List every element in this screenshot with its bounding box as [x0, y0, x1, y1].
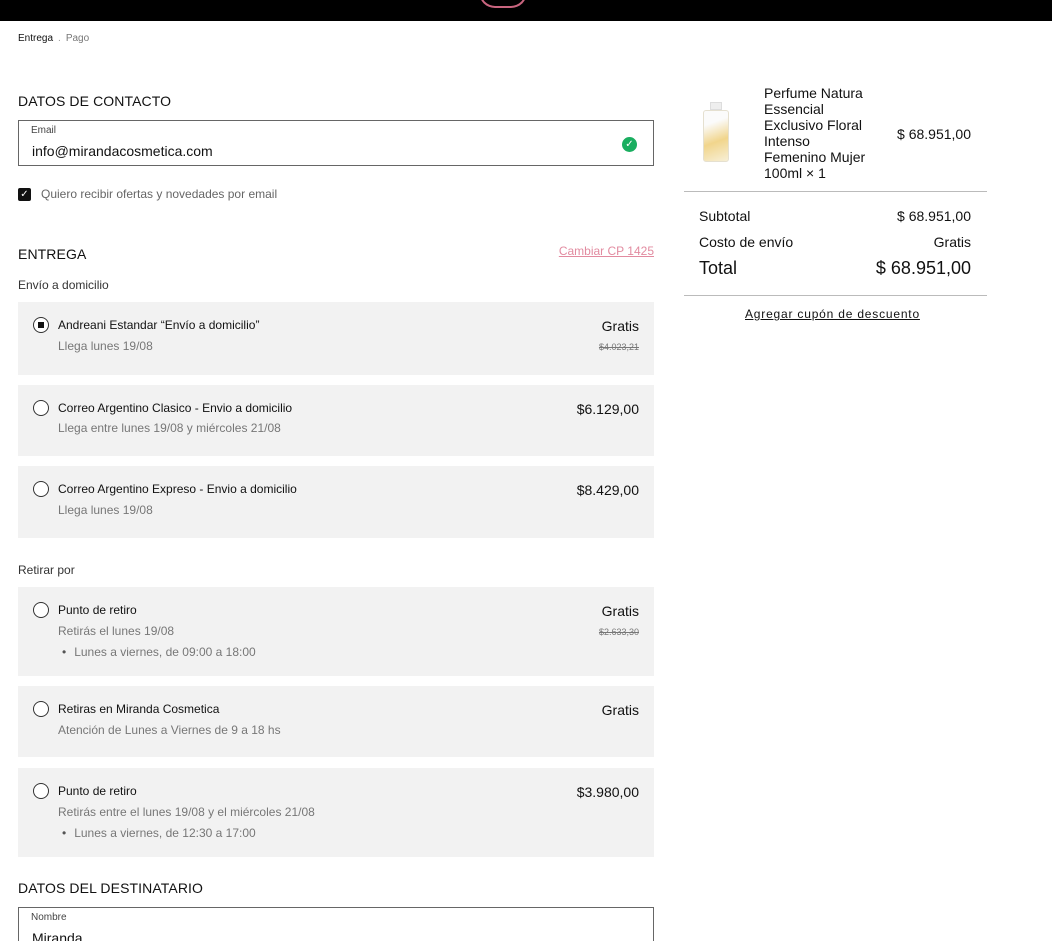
- subtotal-value: $ 68.951,00: [897, 208, 971, 224]
- summary-divider: [684, 295, 987, 296]
- radio-unselected[interactable]: [33, 701, 49, 717]
- top-header-bar: [0, 0, 1052, 21]
- shipping-cost-label: Costo de envío: [699, 234, 794, 250]
- valid-check-icon: ✓: [622, 137, 637, 152]
- radio-unselected[interactable]: [33, 400, 49, 416]
- contact-heading: DATOS DE CONTACTO: [18, 93, 172, 109]
- radio-selected[interactable]: [33, 317, 49, 333]
- shipping-option-correo-clasico[interactable]: Correo Argentino Clasico - Envio a domic…: [18, 385, 654, 456]
- option-original-price: $4.023,21: [598, 342, 639, 352]
- subtotal-label: Subtotal: [699, 208, 751, 224]
- newsletter-optin[interactable]: ✓ Quiero recibir ofertas y novedades por…: [18, 187, 277, 201]
- breadcrumb: Entrega. Pago: [18, 33, 89, 44]
- option-title: Correo Argentino Expreso - Envio a domic…: [58, 482, 297, 496]
- shipping-cost-value: Gratis: [933, 234, 971, 250]
- option-title: Andreani Estandar “Envío a domicilio”: [58, 318, 260, 332]
- recipient-name-value[interactable]: Miranda: [32, 930, 83, 941]
- summary-divider: [684, 191, 987, 192]
- total-label: Total: [699, 258, 738, 278]
- breadcrumb-step-pago: Pago: [65, 33, 90, 44]
- option-detail: Retirás entre el lunes 19/08 y el miérco…: [58, 805, 315, 819]
- option-detail: Retirás el lunes 19/08: [58, 624, 175, 638]
- option-price: Gratis: [601, 603, 639, 619]
- recipient-name-label: Nombre: [31, 912, 67, 923]
- option-price: $8.429,00: [576, 482, 639, 498]
- breadcrumb-step-entrega: Entrega: [18, 33, 54, 44]
- option-original-price: $2.633,30: [598, 627, 639, 637]
- change-postal-code-link[interactable]: Cambiar CP 1425: [559, 244, 654, 258]
- newsletter-checkbox[interactable]: ✓: [18, 187, 31, 201]
- product-name: Perfume Natura Essencial Exclusivo Flora…: [764, 85, 866, 181]
- email-field-label: Email: [31, 125, 57, 136]
- option-title: Correo Argentino Clasico - Envio a domic…: [58, 401, 293, 415]
- shipping-option-andreani[interactable]: Andreani Estandar “Envío a domicilio” Ll…: [18, 302, 654, 375]
- option-title: Retiras en Miranda Cosmetica: [58, 702, 220, 716]
- option-title: Punto de retiro: [58, 784, 137, 798]
- pickup-subtitle: Retirar por: [18, 563, 75, 577]
- breadcrumb-separator: .: [58, 33, 61, 44]
- shipping-option-correo-expreso[interactable]: Correo Argentino Expreso - Envio a domic…: [18, 466, 654, 538]
- option-schedule: Lunes a viernes, de 12:30 a 17:00: [62, 826, 255, 840]
- product-thumbnail: [703, 102, 729, 162]
- option-detail: Llega lunes 19/08: [58, 339, 153, 353]
- product-price: $ 68.951,00: [897, 126, 971, 142]
- pickup-option-punto-retiro-2[interactable]: Punto de retiro Retirás entre el lunes 1…: [18, 768, 654, 857]
- email-field-value[interactable]: info@mirandacosmetica.com: [32, 143, 213, 159]
- option-detail: Atención de Lunes a Viernes de 9 a 18 hs: [58, 723, 281, 737]
- email-field[interactable]: Email info@mirandacosmetica.com ✓: [18, 120, 654, 166]
- delivery-heading: ENTREGA: [18, 246, 87, 262]
- recipient-name-field[interactable]: Nombre Miranda: [18, 907, 654, 941]
- option-price: $6.129,00: [576, 401, 639, 417]
- radio-unselected[interactable]: [33, 602, 49, 618]
- radio-unselected[interactable]: [33, 481, 49, 497]
- option-schedule: Lunes a viernes, de 09:00 a 18:00: [62, 645, 255, 659]
- newsletter-optin-label: Quiero recibir ofertas y novedades por e…: [41, 187, 278, 201]
- pickup-option-punto-retiro-1[interactable]: Punto de retiro Retirás el lunes 19/08 L…: [18, 587, 654, 676]
- recipient-heading: DATOS DEL DESTINATARIO: [18, 880, 204, 896]
- radio-unselected[interactable]: [33, 783, 49, 799]
- option-price: Gratis: [601, 318, 639, 334]
- add-coupon-link[interactable]: Agregar cupón de descuento: [745, 307, 920, 321]
- pickup-option-miranda[interactable]: Retiras en Miranda Cosmetica Atención de…: [18, 686, 654, 757]
- option-price: Gratis: [601, 702, 639, 718]
- store-logo[interactable]: [479, 0, 527, 8]
- option-price: $3.980,00: [576, 784, 639, 800]
- option-title: Punto de retiro: [58, 603, 137, 617]
- option-detail: Llega lunes 19/08: [58, 503, 153, 517]
- total-value: $ 68.951,00: [875, 258, 971, 278]
- option-detail: Llega entre lunes 19/08 y miércoles 21/0…: [58, 421, 281, 435]
- home-delivery-subtitle: Envío a domicilio: [18, 278, 109, 292]
